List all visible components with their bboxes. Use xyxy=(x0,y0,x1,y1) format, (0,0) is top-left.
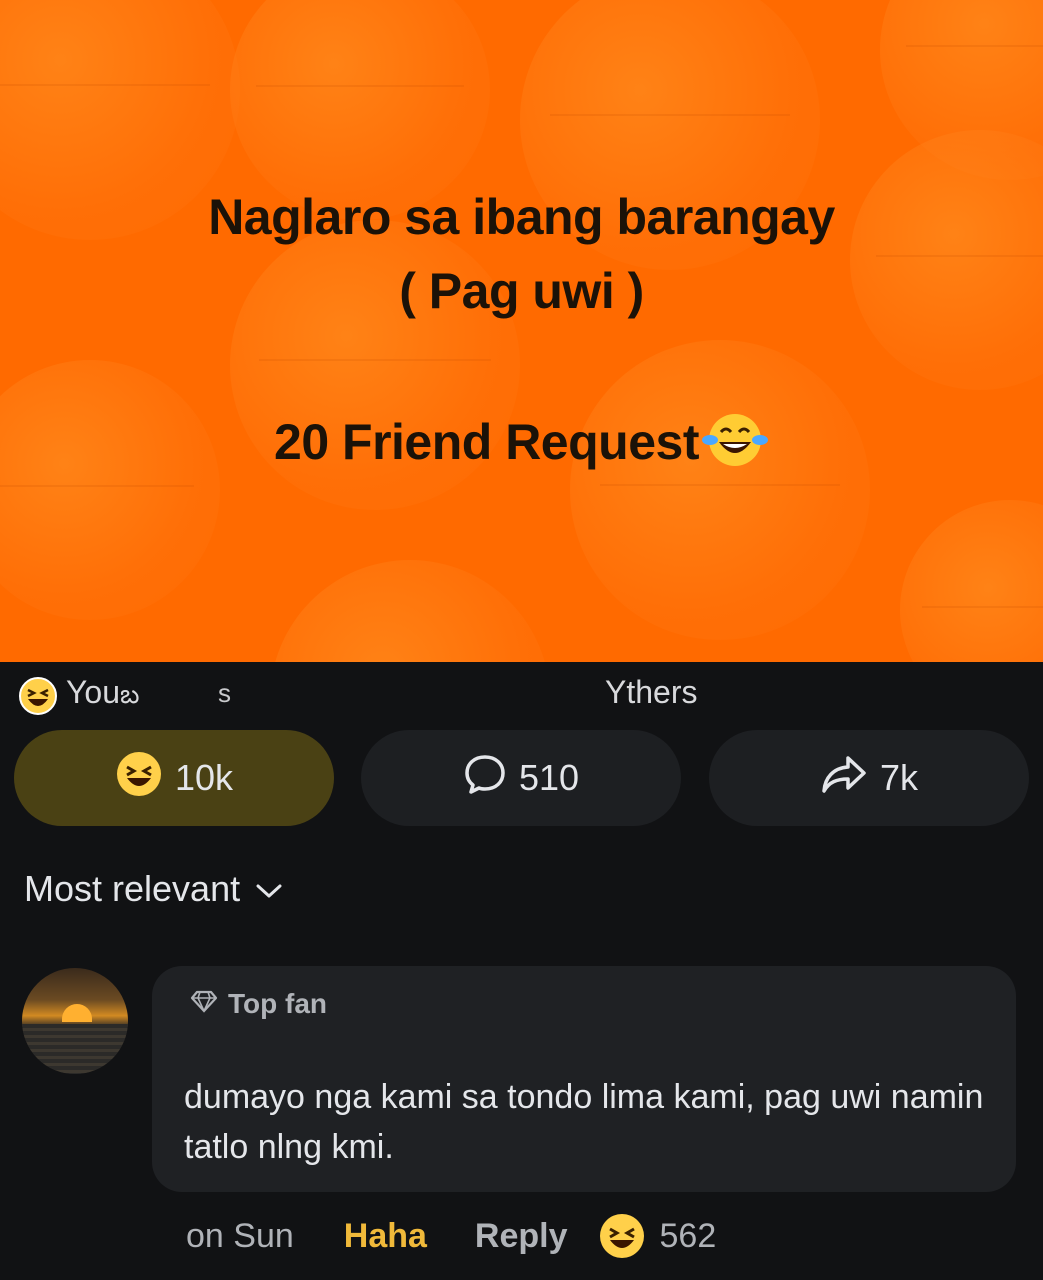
top-fan-label: Top fan xyxy=(228,988,328,1019)
react-count: 10k xyxy=(174,757,234,798)
comment-meta: on Sun Haha Reply 562 xyxy=(186,1208,716,1264)
summary-you-suffix: బ xyxy=(120,679,140,709)
haha-emoji-icon xyxy=(18,676,58,724)
react-button[interactable]: 10k xyxy=(14,730,334,826)
post-text-line-2: ( Pag uwi ) xyxy=(399,263,644,319)
diamond-icon xyxy=(190,988,218,1020)
post-image[interactable]: Naglaro sa ibang barangay ( Pag uwi ) 20… xyxy=(0,0,1043,662)
post-view: Naglaro sa ibang barangay ( Pag uwi ) 20… xyxy=(0,0,1043,1280)
top-fan-badge: Top fan xyxy=(190,988,327,1020)
summary-you-text: Youబ xyxy=(66,674,140,716)
comment-button[interactable]: 510 xyxy=(361,730,681,826)
comment-count: 510 xyxy=(518,757,580,798)
comment-timestamp: on Sun xyxy=(186,1216,294,1255)
comment-bubble-icon xyxy=(463,752,507,805)
avatar[interactable] xyxy=(22,968,128,1074)
sort-dropdown[interactable]: Most relevant xyxy=(24,868,284,910)
reaction-count: 562 xyxy=(659,1216,717,1255)
post-text-line-3: 20 Friend Request xyxy=(0,410,1043,482)
summary-others-text: Ythers xyxy=(605,674,698,710)
share-count: 7k xyxy=(879,757,919,798)
haha-emoji-icon[interactable] xyxy=(598,1212,646,1260)
summary-you-label: You xyxy=(66,674,120,710)
chevron-down-icon xyxy=(254,868,284,910)
comment-bubble[interactable]: Top fan dumayo nga kami sa tondo lima ka… xyxy=(152,966,1016,1192)
haha-reaction-button[interactable]: Haha xyxy=(344,1217,427,1256)
post-text-line-1: Naglaro sa ibang barangay xyxy=(208,189,835,245)
post-text-line-3-label: 20 Friend Request xyxy=(274,414,699,471)
haha-emoji-icon xyxy=(115,750,163,807)
reaction-summary[interactable]: Youబ s Ythers xyxy=(0,662,1043,724)
reply-button[interactable]: Reply xyxy=(475,1217,568,1256)
sort-label: Most relevant xyxy=(24,868,241,909)
summary-middle-text: s xyxy=(218,678,231,708)
tears-of-joy-emoji-icon xyxy=(701,410,769,482)
comment-text: dumayo nga kami sa tondo lima kami, pag … xyxy=(184,1078,984,1166)
share-button[interactable]: 7k xyxy=(709,730,1029,826)
share-arrow-icon xyxy=(820,752,868,805)
